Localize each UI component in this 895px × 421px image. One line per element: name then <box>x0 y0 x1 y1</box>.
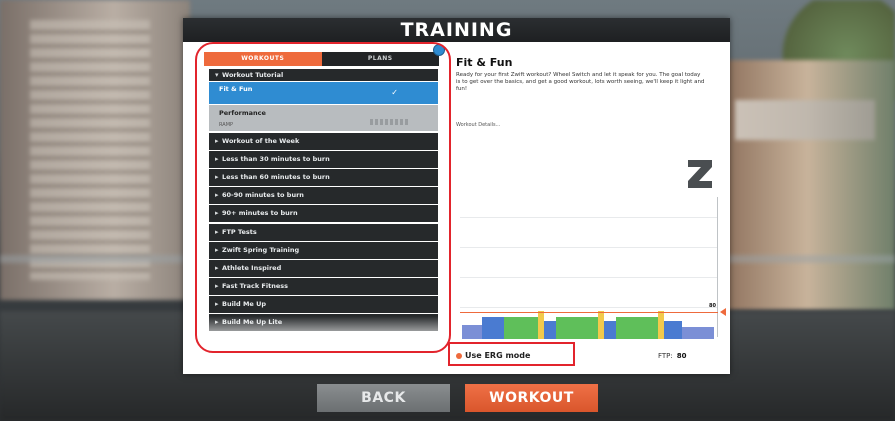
ftp-value: 80 <box>676 352 687 360</box>
ftp-line-label: 80 <box>709 303 716 309</box>
interval-bar-warmup <box>462 325 482 339</box>
interval-bar <box>482 317 504 339</box>
interval-bar <box>504 317 538 339</box>
zwift-logo-icon <box>688 160 712 188</box>
interval-bar <box>664 321 682 339</box>
interval-bar-cooldown <box>682 327 714 339</box>
background-building-right <box>720 60 895 310</box>
workout-button[interactable]: WORKOUT <box>465 384 598 412</box>
gridline <box>460 277 718 278</box>
panel-title: TRAINING <box>183 18 730 42</box>
chart-axis <box>717 197 718 337</box>
annotation-erg-highlight <box>448 342 575 366</box>
interval-bar <box>604 321 616 339</box>
ftp-line <box>460 312 718 313</box>
workout-profile-chart: 80 <box>460 197 726 339</box>
interval-bar <box>616 317 658 339</box>
annotation-list-highlight <box>195 42 451 353</box>
workout-details-link[interactable]: Workout Details... <box>456 122 500 128</box>
ftp-marker-icon <box>720 308 726 316</box>
interval-bar <box>544 321 556 339</box>
workout-description: Ready for your first Zwift workout? Whee… <box>456 72 705 92</box>
workout-title: Fit & Fun <box>456 56 513 69</box>
gridline <box>460 217 718 218</box>
ftp-label: FTP: <box>658 352 673 360</box>
gridline <box>460 307 718 308</box>
gridline <box>460 247 718 248</box>
back-button[interactable]: BACK <box>317 384 450 412</box>
interval-bar <box>556 317 598 339</box>
ftp-readout: FTP: 80 <box>658 352 687 360</box>
